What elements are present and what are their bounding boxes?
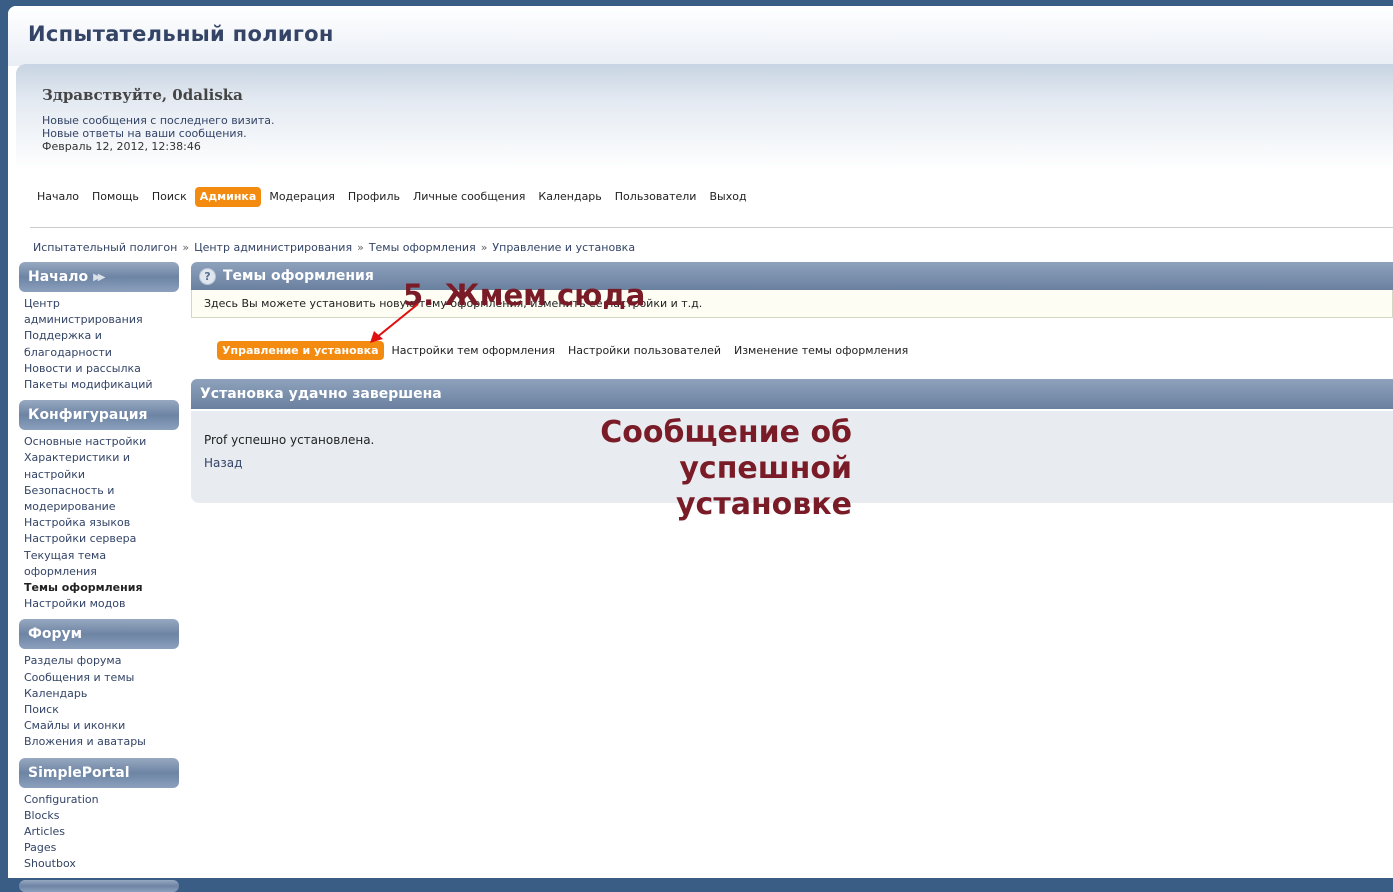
sidebar-item-features[interactable]: Характеристики и настройки — [24, 450, 179, 482]
site-header: Испытательный полигон — [8, 6, 1393, 66]
sidebar-item-packages[interactable]: Пакеты модификаций — [24, 377, 179, 393]
annotation-arrow-icon — [370, 303, 419, 343]
new-posts-link[interactable]: Новые сообщения с последнего визита. — [42, 114, 274, 127]
sidebar-header-home[interactable]: Начало ▶▶ — [19, 262, 179, 292]
menu-item-calendar[interactable]: Календарь — [533, 187, 606, 207]
help-icon[interactable]: ? — [199, 267, 216, 285]
sidebar-header-label: Форум — [28, 626, 83, 643]
menu-item-search[interactable]: Поиск — [147, 187, 192, 207]
sidebar-item-pages[interactable]: Pages — [24, 840, 179, 856]
install-success-message: Prof успешно установлена. — [204, 433, 375, 447]
themes-tabs: Управление и установка Настройки тем офо… — [217, 341, 916, 360]
tab-modify-theme[interactable]: Изменение темы оформления — [729, 341, 913, 360]
sidebar-section-forum: Форум Разделы форума Сообщения и темы Ка… — [19, 619, 179, 750]
breadcrumb-item[interactable]: Центр администрирования — [194, 241, 352, 254]
sidebar-header-label: Конфигурация — [28, 407, 148, 424]
menu-item-admin[interactable]: Админка — [194, 187, 262, 207]
breadcrumb-separator: » — [357, 241, 364, 254]
site-title[interactable]: Испытательный полигон — [28, 22, 334, 46]
annotation-click-here: 5. Жмем сюда — [403, 278, 646, 312]
sidebar-item-current-theme[interactable]: Текущая тема оформления — [24, 548, 179, 580]
annotation-success-message: Сообщение об успешной установке — [420, 415, 852, 523]
sidebar-item-mod-settings[interactable]: Настройки модов — [24, 596, 179, 612]
breadcrumb: Испытательный полигон » Центр администриро… — [33, 241, 635, 254]
sidebar-header-forum[interactable]: Форум — [19, 619, 179, 650]
tab-member-options[interactable]: Настройки пользователей — [563, 341, 726, 360]
themes-header: ? Темы оформления — [191, 262, 1393, 290]
tab-manage-install[interactable]: Управление и установка — [217, 341, 384, 360]
sidebar-item-support[interactable]: Поддержка и благодарности — [24, 328, 179, 360]
menu-item-members[interactable]: Пользователи — [610, 187, 702, 207]
double-arrow-icon[interactable]: ▶▶ — [93, 272, 106, 283]
themes-title: Темы оформления — [223, 268, 374, 284]
sidebar-item-languages[interactable]: Настройка языков — [24, 515, 179, 531]
sidebar-section-home: Начало ▶▶ Центр администрирования Поддер… — [19, 262, 179, 393]
sidebar-item-configuration[interactable]: Configuration — [24, 792, 179, 808]
sidebar-header-next[interactable] — [19, 879, 179, 892]
sidebar-header-config[interactable]: Конфигурация — [19, 400, 179, 431]
breadcrumb-item[interactable]: Темы оформления — [369, 241, 476, 254]
sidebar-item-articles[interactable]: Articles — [24, 824, 179, 840]
admin-sidebar: Начало ▶▶ Центр администрирования Поддер… — [19, 262, 179, 892]
new-replies-link[interactable]: Новые ответы на ваши сообщения. — [42, 127, 247, 140]
user-info-area: Здравствуйте, 0daliska Новые сообщения с… — [16, 64, 1393, 170]
menu-item-profile[interactable]: Профиль — [343, 187, 405, 207]
sidebar-item-blocks[interactable]: Blocks — [24, 808, 179, 824]
sidebar-item-attachments[interactable]: Вложения и аватары — [24, 734, 179, 750]
sidebar-item-smileys[interactable]: Смайлы и иконки — [24, 718, 179, 734]
breadcrumb-item[interactable]: Испытательный полигон — [33, 241, 177, 254]
annotation-success-line1: Сообщение об успешной — [600, 415, 852, 486]
install-result-title: Установка удачно завершена — [191, 379, 1393, 409]
annotation-success-line2: установке — [675, 487, 852, 522]
menu-item-messages[interactable]: Личные сообщения — [408, 187, 530, 207]
sidebar-item-calendar[interactable]: Календарь — [24, 686, 179, 702]
sidebar-item-shoutbox[interactable]: Shoutbox — [24, 856, 179, 872]
sidebar-header-label: SimplePortal — [28, 764, 130, 781]
sidebar-item-boards[interactable]: Разделы форума — [24, 653, 179, 669]
back-link[interactable]: Назад — [204, 456, 242, 470]
sidebar-item-admin-center[interactable]: Центр администрирования — [24, 296, 179, 328]
breadcrumb-separator: » — [182, 241, 190, 254]
sidebar-item-themes[interactable]: Темы оформления — [24, 580, 179, 596]
sidebar-header-simpleportal[interactable]: SimplePortal — [19, 757, 179, 788]
menu-item-home[interactable]: Начало — [32, 187, 84, 207]
sidebar-item-news[interactable]: Новости и рассылка — [24, 361, 179, 377]
breadcrumb-item[interactable]: Управление и установка — [492, 241, 635, 254]
menu-item-help[interactable]: Помощь — [87, 187, 144, 207]
user-greeting: Здравствуйте, 0daliska — [42, 86, 243, 104]
sidebar-header-label: Начало — [28, 269, 89, 285]
sidebar-item-basic-settings[interactable]: Основные настройки — [24, 434, 179, 450]
menu-item-logout[interactable]: Выход — [704, 187, 751, 207]
sidebar-item-search[interactable]: Поиск — [24, 702, 179, 718]
sidebar-item-server[interactable]: Настройки сервера — [24, 531, 179, 547]
current-datetime: Февраль 12, 2012, 12:38:46 — [42, 140, 201, 153]
sidebar-item-posts[interactable]: Сообщения и темы — [24, 670, 179, 686]
breadcrumb-separator: » — [480, 241, 488, 254]
sidebar-section-simpleportal: SimplePortal Configuration Blocks Articl… — [19, 757, 179, 873]
main-menu: Начало Помощь Поиск Админка Модерация Пр… — [32, 186, 755, 208]
sidebar-item-security[interactable]: Безопасность и модерирование — [24, 483, 179, 515]
menu-divider — [30, 227, 1393, 228]
sidebar-section-config: Конфигурация Основные настройки Характер… — [19, 400, 179, 612]
menu-item-moderation[interactable]: Модерация — [264, 187, 340, 207]
